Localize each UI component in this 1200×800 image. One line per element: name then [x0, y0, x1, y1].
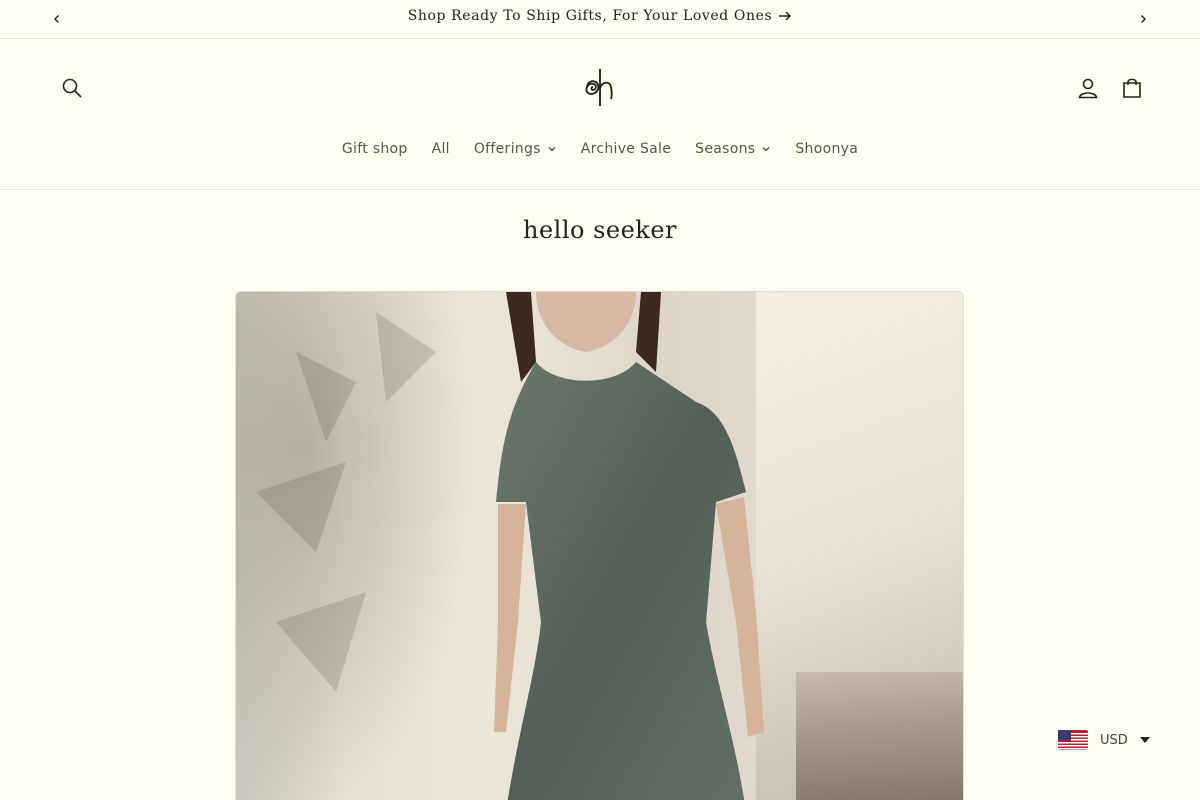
- nav-item-label: Seasons: [695, 141, 756, 157]
- currency-code: USD: [1100, 732, 1128, 748]
- hero-image: [235, 291, 964, 800]
- caret-down-icon: [1139, 737, 1150, 743]
- account-button[interactable]: [1072, 72, 1104, 104]
- announcement-message: Shop Ready To Ship Gifts, For Your Loved…: [0, 8, 1200, 24]
- nav-item-gift-shop[interactable]: Gift shop: [330, 137, 420, 161]
- nav-item-label: Shoonya: [795, 141, 859, 157]
- us-flag-icon: [1058, 730, 1088, 750]
- search-icon: [62, 78, 82, 98]
- arrow-right-icon: [779, 11, 792, 21]
- main-navigation: Gift shop All Offerings Archive Sale Sea…: [0, 137, 1200, 161]
- site-header: Gift shop All Offerings Archive Sale Sea…: [0, 39, 1200, 190]
- currency-selector[interactable]: USD: [1058, 726, 1158, 754]
- nav-item-all[interactable]: All: [420, 137, 462, 161]
- page-title: hello seeker: [522, 216, 678, 244]
- cart-button[interactable]: [1116, 72, 1148, 104]
- shopping-bag-icon: [1123, 78, 1141, 98]
- announcement-link[interactable]: Shop Ready To Ship Gifts, For Your Loved…: [408, 8, 793, 24]
- nav-item-label: Offerings: [473, 141, 541, 157]
- nav-item-seasons[interactable]: Seasons: [683, 137, 783, 161]
- nav-item-archive-sale[interactable]: Archive Sale: [569, 137, 683, 161]
- model-figure-illustration: [256, 292, 764, 800]
- nav-item-label: Gift shop: [341, 141, 408, 157]
- search-button[interactable]: [56, 72, 88, 104]
- chevron-down-icon: [547, 144, 557, 154]
- nav-item-label: Archive Sale: [580, 141, 672, 157]
- user-icon: [1078, 78, 1098, 99]
- chevron-right-icon: [1141, 15, 1146, 23]
- announcement-text: Shop Ready To Ship Gifts, For Your Loved…: [407, 8, 773, 24]
- site-logo[interactable]: [574, 66, 624, 108]
- nav-item-label: All: [431, 141, 450, 157]
- announcement-bar: Shop Ready To Ship Gifts, For Your Loved…: [0, 0, 1200, 39]
- logo-icon: [585, 68, 613, 106]
- nav-item-offerings[interactable]: Offerings: [462, 137, 569, 161]
- chevron-down-icon: [761, 144, 771, 154]
- nav-item-shoonya[interactable]: Shoonya: [783, 137, 870, 161]
- next-announcement-button[interactable]: [1133, 9, 1153, 29]
